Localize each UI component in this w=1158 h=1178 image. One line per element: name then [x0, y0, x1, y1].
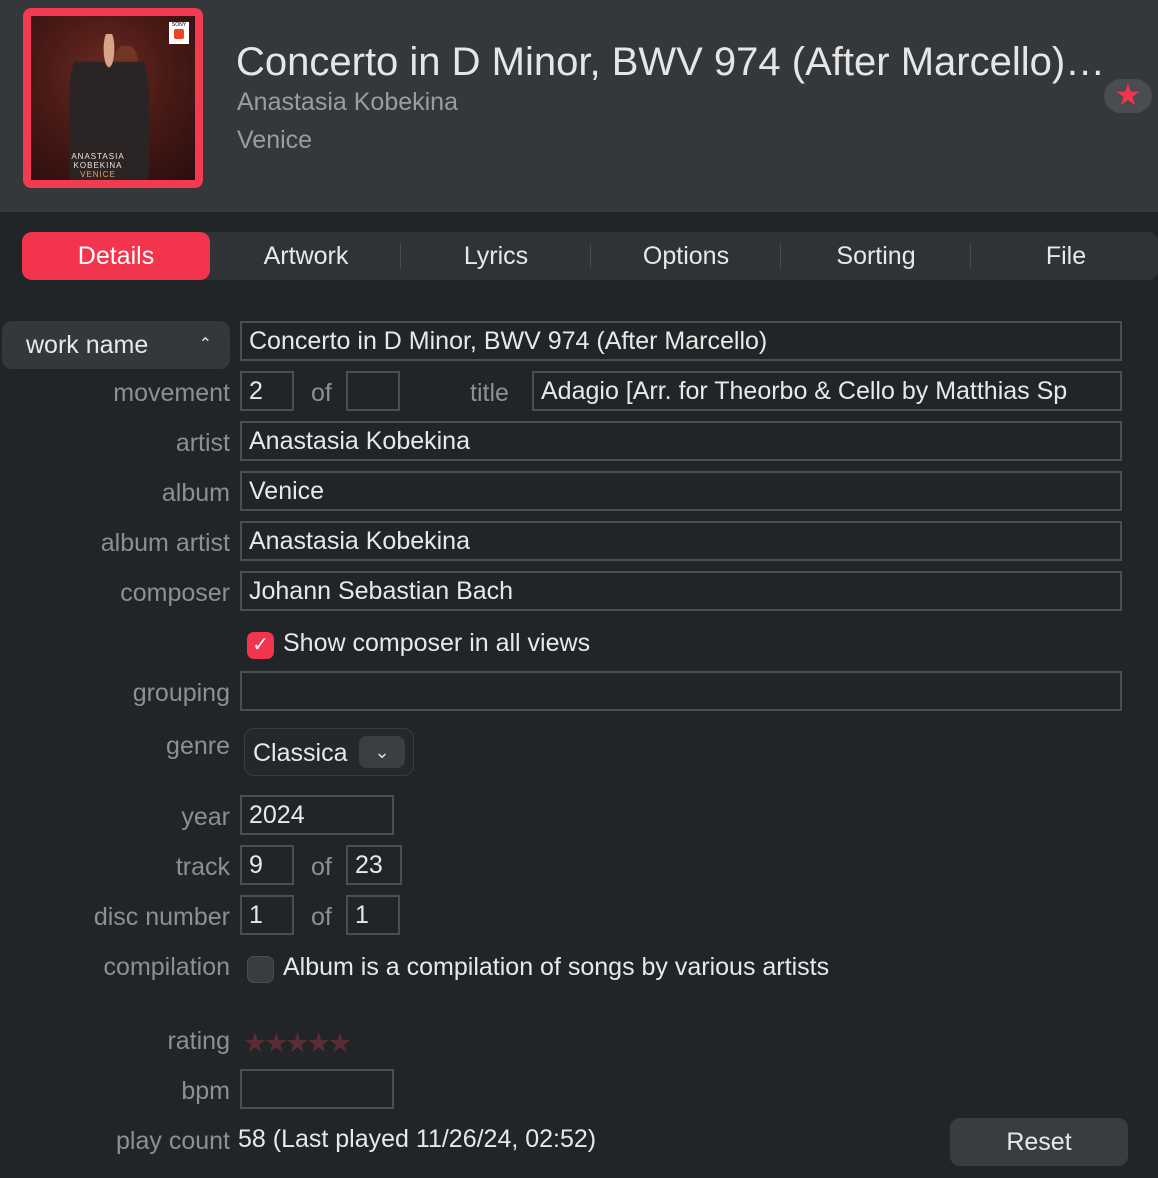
artwork-line-1: ANASTASIA: [71, 152, 125, 161]
genre-value[interactable]: Classical: [253, 729, 349, 777]
tab-file[interactable]: File: [972, 232, 1158, 280]
year-field[interactable]: 2024: [240, 795, 394, 835]
artwork-well[interactable]: SONY ANASTASIA KOBEKINA VENICE: [23, 8, 203, 188]
year-label: year: [181, 803, 230, 831]
tab-bar: Details Artwork Lyrics Options Sorting F…: [22, 232, 1158, 280]
album-field[interactable]: Venice: [240, 471, 1122, 511]
movement-of-label: of: [311, 379, 332, 407]
work-name-select-label: work name: [26, 331, 149, 359]
tab-divider: [590, 244, 591, 268]
composer-field[interactable]: Johann Sebastian Bach: [240, 571, 1122, 611]
bpm-label: bpm: [181, 1077, 230, 1105]
track-count-field[interactable]: 23: [346, 845, 402, 885]
genre-combobox[interactable]: Classical ⌄: [244, 728, 414, 776]
artist-label: artist: [175, 429, 230, 457]
title-label: title: [470, 379, 509, 407]
work-name-select[interactable]: work name ⌃: [2, 321, 230, 369]
up-down-chevron-icon: ⌃: [198, 336, 212, 353]
tab-divider: [970, 244, 971, 268]
tab-divider: [780, 244, 781, 268]
compilation-label: compilation: [103, 953, 230, 981]
movement-count-field[interactable]: [346, 371, 400, 411]
album-artist-field[interactable]: Anastasia Kobekina: [240, 521, 1122, 561]
show-composer-label[interactable]: Show composer in all views: [283, 629, 590, 658]
track-number-field[interactable]: 9: [240, 845, 294, 885]
genre-label: genre: [166, 732, 230, 760]
album-label: album: [161, 479, 230, 507]
bpm-field[interactable]: [240, 1069, 394, 1109]
favorite-button[interactable]: ★: [1104, 79, 1152, 113]
disc-number-label: disc number: [93, 903, 230, 931]
disc-count-field[interactable]: 1: [346, 895, 400, 935]
play-count-value: 58 (Last played 11/26/24, 02:52): [238, 1125, 597, 1153]
artist-field[interactable]: Anastasia Kobekina: [240, 421, 1122, 461]
movement-number-field[interactable]: 2: [240, 371, 294, 411]
checkmark-icon: ✓: [252, 634, 269, 656]
movement-label: movement: [113, 379, 230, 407]
track-label: track: [175, 853, 230, 881]
song-title: Concerto in D Minor, BWV 974 (After Marc…: [236, 40, 1106, 84]
header: SONY ANASTASIA KOBEKINA VENICE Concerto …: [0, 0, 1158, 212]
show-composer-checkbox[interactable]: ✓: [247, 632, 274, 659]
track-of-label: of: [311, 853, 332, 881]
song-artist: Anastasia Kobekina: [237, 88, 458, 116]
tab-artwork[interactable]: Artwork: [212, 232, 400, 280]
tab-divider: [400, 244, 401, 268]
tab-lyrics[interactable]: Lyrics: [402, 232, 590, 280]
album-artist-label: album artist: [100, 529, 230, 557]
play-count-label: play count: [116, 1127, 230, 1155]
chevron-down-icon[interactable]: ⌄: [359, 736, 405, 768]
artwork-line-3: VENICE: [80, 170, 116, 179]
title-field[interactable]: Adagio [Arr. for Theorbo & Cello by Matt…: [532, 371, 1122, 411]
reset-button[interactable]: Reset: [950, 1118, 1128, 1166]
compilation-checkbox[interactable]: [247, 956, 274, 983]
grouping-field[interactable]: [240, 671, 1122, 711]
tab-sorting[interactable]: Sorting: [782, 232, 970, 280]
disc-of-label: of: [311, 903, 332, 931]
sony-logo: SONY: [169, 22, 189, 44]
compilation-description[interactable]: Album is a compilation of songs by vario…: [283, 953, 829, 982]
rating-stars[interactable]: ★★★★★: [243, 1028, 352, 1059]
artwork-caption: ANASTASIA KOBEKINA VENICE: [53, 152, 143, 179]
song-album: Venice: [237, 126, 313, 154]
work-name-field[interactable]: Concerto in D Minor, BWV 974 (After Marc…: [240, 321, 1122, 361]
rating-label: rating: [167, 1027, 230, 1055]
grouping-label: grouping: [132, 679, 230, 707]
composer-label: composer: [120, 579, 230, 607]
album-artwork: SONY ANASTASIA KOBEKINA VENICE: [31, 16, 195, 180]
artwork-line-2: KOBEKINA: [73, 161, 123, 170]
disc-number-field[interactable]: 1: [240, 895, 294, 935]
tab-details[interactable]: Details: [22, 232, 210, 280]
star-icon: ★: [1114, 79, 1142, 112]
tab-options[interactable]: Options: [592, 232, 780, 280]
